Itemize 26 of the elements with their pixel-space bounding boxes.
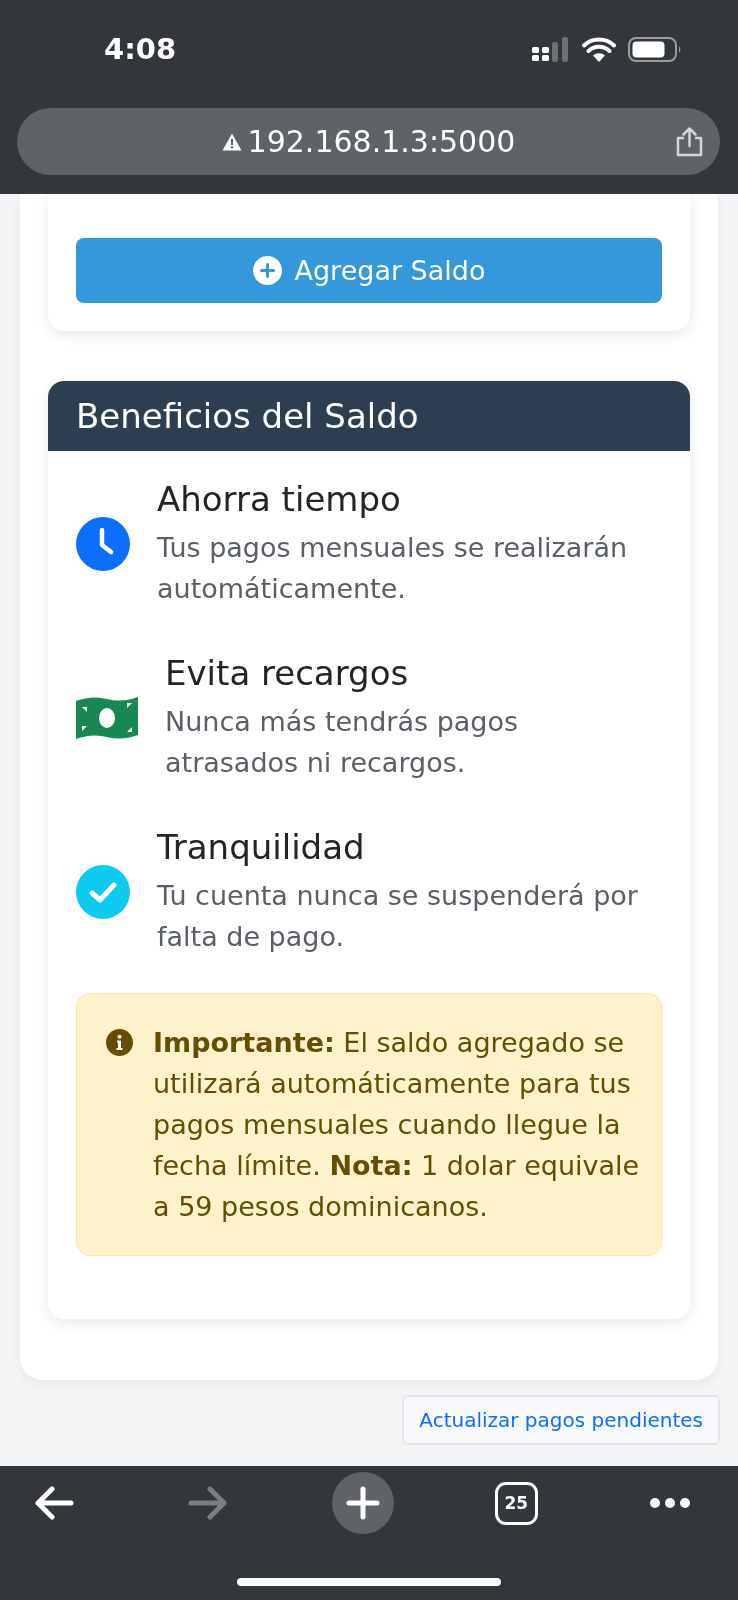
arrow-left-icon — [34, 1486, 74, 1520]
wifi-icon — [582, 36, 616, 62]
warning-icon — [221, 132, 242, 151]
tabs-button[interactable]: 25 — [494, 1481, 538, 1525]
share-button[interactable] — [674, 126, 705, 157]
arrow-right-icon — [188, 1486, 229, 1520]
add-balance-button[interactable]: Agregar Saldo — [76, 238, 662, 303]
info-icon — [106, 1029, 133, 1056]
benefit-description: Tu cuenta nunca se suspenderá por falta de pago. — [157, 879, 639, 954]
plus-icon — [345, 1486, 380, 1520]
url-text[interactable]: 192.168.1.3:5000 — [247, 126, 516, 157]
signal-icon — [532, 36, 570, 62]
status-time: 4:08 — [104, 34, 177, 64]
notice-text: Importante: El saldo agregado se utilizará automáticamente para tus pagos mensuales cuando llegue la fecha límite. Nota: 1 dolar equivale a 59 pesos dominicanos. — [153, 1026, 641, 1224]
more-icon — [650, 1498, 690, 1508]
benefit-description: Tus pagos mensuales se realizarán automáticamente. — [157, 531, 629, 606]
share-icon — [674, 126, 705, 157]
battery-icon — [628, 36, 682, 62]
benefit-title: Evita recargos — [165, 653, 410, 694]
update-payments-button[interactable]: Actualizar pagos pendientes — [402, 1395, 720, 1445]
plus-circle-icon — [252, 256, 282, 285]
benefit-description: Nunca más tendrás pagos atrasados ni recargos. — [165, 705, 520, 780]
address-bar[interactable]: 192.168.1.3:5000 — [17, 108, 720, 175]
benefit-title: Tranquilidad — [157, 827, 366, 868]
card-header: Beneficios del Saldo — [48, 381, 690, 451]
benefit-title: Ahorra tiempo — [157, 479, 402, 520]
